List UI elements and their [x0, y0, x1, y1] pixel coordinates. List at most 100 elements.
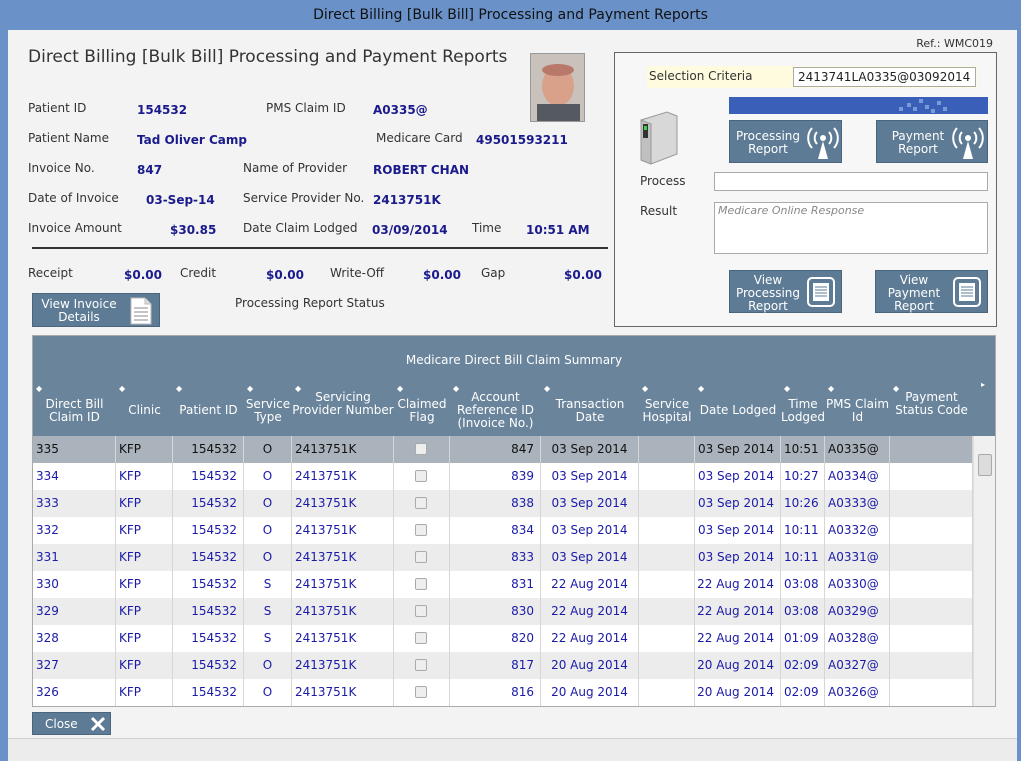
- table-row[interactable]: 334 KFP 154532 O 2413751K 839 03 Sep 2014 03 Se…: [33, 463, 973, 490]
- claimed-flag-checkbox[interactable]: [415, 605, 427, 617]
- process-field[interactable]: [714, 172, 988, 191]
- table-row[interactable]: 335 KFP 154532 O 2413751K 847 03 Sep 2014 03 Se…: [33, 436, 973, 463]
- claimed-flag-checkbox[interactable]: [415, 659, 427, 671]
- claimed-flag-cell: [394, 625, 450, 652]
- cell-type: O: [244, 436, 292, 463]
- view-payment-report-button[interactable]: View Payment Report: [875, 270, 988, 313]
- cell-invoice: 830: [450, 598, 541, 625]
- cell-provider: 2413751K: [292, 598, 394, 625]
- invoice-amount-label: Invoice Amount: [28, 221, 122, 235]
- report-icon: [953, 277, 981, 307]
- table-row[interactable]: 330 KFP 154532 S 2413751K 831 22 Aug 2014 22 Au…: [33, 571, 973, 598]
- cell-tdate: 22 Aug 2014: [541, 598, 639, 625]
- cell-hospital: [639, 652, 695, 679]
- sort-icon[interactable]: ◆: [397, 384, 403, 393]
- cell-pms: A0330@: [825, 571, 890, 598]
- close-button[interactable]: Close: [32, 712, 111, 735]
- cell-time: 10:11: [781, 544, 825, 571]
- sort-icon[interactable]: ◆: [893, 384, 899, 393]
- invoice-amount-value: $30.85: [170, 223, 217, 237]
- table-row[interactable]: 333 KFP 154532 O 2413751K 838 03 Sep 2014 03 Se…: [33, 490, 973, 517]
- grid-scrollbar[interactable]: [973, 436, 995, 706]
- table-row[interactable]: 332 KFP 154532 O 2413751K 834 03 Sep 2014 03 Se…: [33, 517, 973, 544]
- cell-patient: 154532: [173, 544, 244, 571]
- cell-lodged: 20 Aug 2014: [695, 679, 781, 706]
- claimed-flag-checkbox[interactable]: [415, 578, 427, 590]
- table-row[interactable]: 327 KFP 154532 O 2413751K 817 20 Aug 2014 20 Au…: [33, 652, 973, 679]
- column-header[interactable]: Service Hospital: [639, 398, 695, 424]
- cell-type: O: [244, 652, 292, 679]
- sort-icon[interactable]: ◆: [828, 384, 834, 393]
- column-header[interactable]: Claimed Flag: [394, 398, 450, 424]
- column-header[interactable]: Service Type: [244, 398, 292, 424]
- claimed-flag-checkbox[interactable]: [415, 470, 427, 482]
- sort-icon[interactable]: ◆: [544, 384, 550, 393]
- claimed-flag-cell: [394, 436, 450, 463]
- column-header[interactable]: PMS Claim Id: [825, 398, 890, 424]
- cell-invoice: 831: [450, 571, 541, 598]
- claimed-flag-checkbox[interactable]: [415, 497, 427, 509]
- processing-report-button[interactable]: Processing Report: [729, 120, 842, 163]
- cell-provider: 2413751K: [292, 544, 394, 571]
- cell-invoice: 838: [450, 490, 541, 517]
- cell-invoice: 834: [450, 517, 541, 544]
- sort-icon[interactable]: ◆: [119, 384, 125, 393]
- cell-tdate: 03 Sep 2014: [541, 544, 639, 571]
- claimed-flag-cell: [394, 652, 450, 679]
- cell-clinic: KFP: [116, 652, 173, 679]
- sort-icon[interactable]: ◆: [642, 384, 648, 393]
- sort-icon[interactable]: ◆: [295, 384, 301, 393]
- column-header[interactable]: Patient ID: [173, 404, 244, 417]
- claimed-flag-checkbox[interactable]: [415, 632, 427, 644]
- column-header[interactable]: Payment Status Code: [890, 391, 973, 417]
- column-header[interactable]: Servicing Provider Number: [292, 391, 394, 417]
- invoice-no-label: Invoice No.: [28, 161, 95, 175]
- selection-criteria-input[interactable]: 2413741LA0335@03092014: [793, 67, 976, 87]
- column-header[interactable]: Account Reference ID (Invoice No.): [450, 391, 541, 430]
- claimed-flag-checkbox[interactable]: [415, 524, 427, 536]
- status-bar: [8, 738, 1017, 761]
- cell-provider: 2413751K: [292, 436, 394, 463]
- scrollbar-thumb[interactable]: [978, 454, 992, 476]
- cell-hospital: [639, 625, 695, 652]
- cell-patient: 154532: [173, 571, 244, 598]
- payment-report-button[interactable]: Payment Report: [876, 120, 988, 163]
- sort-icon[interactable]: ◆: [36, 384, 42, 393]
- cell-invoice: 839: [450, 463, 541, 490]
- sort-icon[interactable]: ◆: [784, 384, 790, 393]
- result-field[interactable]: Medicare Online Response: [714, 202, 988, 254]
- claimed-flag-checkbox[interactable]: [415, 551, 427, 563]
- time-value: 10:51 AM: [526, 223, 590, 237]
- column-header[interactable]: Date Lodged: [695, 404, 781, 417]
- sort-icon[interactable]: ◆: [698, 384, 704, 393]
- column-header[interactable]: Direct Bill Claim ID: [33, 398, 116, 424]
- table-row[interactable]: 331 KFP 154532 O 2413751K 833 03 Sep 2014 03 Se…: [33, 544, 973, 571]
- view-processing-report-button[interactable]: View Processing Report: [729, 270, 842, 313]
- view-payment-report-label: View Payment Report: [887, 273, 941, 313]
- view-invoice-details-button[interactable]: View Invoice Details: [32, 293, 160, 327]
- column-header[interactable]: Transaction Date: [541, 398, 639, 424]
- table-row[interactable]: 329 KFP 154532 S 2413751K 830 22 Aug 2014 22 Au…: [33, 598, 973, 625]
- cell-id: 335: [33, 436, 116, 463]
- table-row[interactable]: 328 KFP 154532 S 2413751K 820 22 Aug 2014 22 Au…: [33, 625, 973, 652]
- sort-icon[interactable]: ◆: [453, 384, 459, 393]
- scroll-right-arrow[interactable]: ▸: [981, 380, 985, 389]
- document-icon: [130, 297, 152, 325]
- cell-hospital: [639, 517, 695, 544]
- writeoff-value: $0.00: [423, 268, 461, 282]
- column-header[interactable]: Time Lodged: [781, 398, 825, 424]
- table-row[interactable]: 326 KFP 154532 O 2413751K 816 20 Aug 2014 20 Au…: [33, 679, 973, 706]
- claimed-flag-checkbox[interactable]: [415, 443, 427, 455]
- cell-provider: 2413751K: [292, 625, 394, 652]
- column-header[interactable]: Clinic: [116, 404, 173, 417]
- sort-icon[interactable]: ◆: [247, 384, 253, 393]
- cell-lodged: 22 Aug 2014: [695, 598, 781, 625]
- cell-pms: A0327@: [825, 652, 890, 679]
- claimed-flag-checkbox[interactable]: [415, 686, 427, 698]
- cell-pms: A0329@: [825, 598, 890, 625]
- cell-tdate: 03 Sep 2014: [541, 436, 639, 463]
- cell-invoice: 847: [450, 436, 541, 463]
- cell-hospital: [639, 571, 695, 598]
- sort-icon[interactable]: ◆: [176, 384, 182, 393]
- cell-pms: A0335@: [825, 436, 890, 463]
